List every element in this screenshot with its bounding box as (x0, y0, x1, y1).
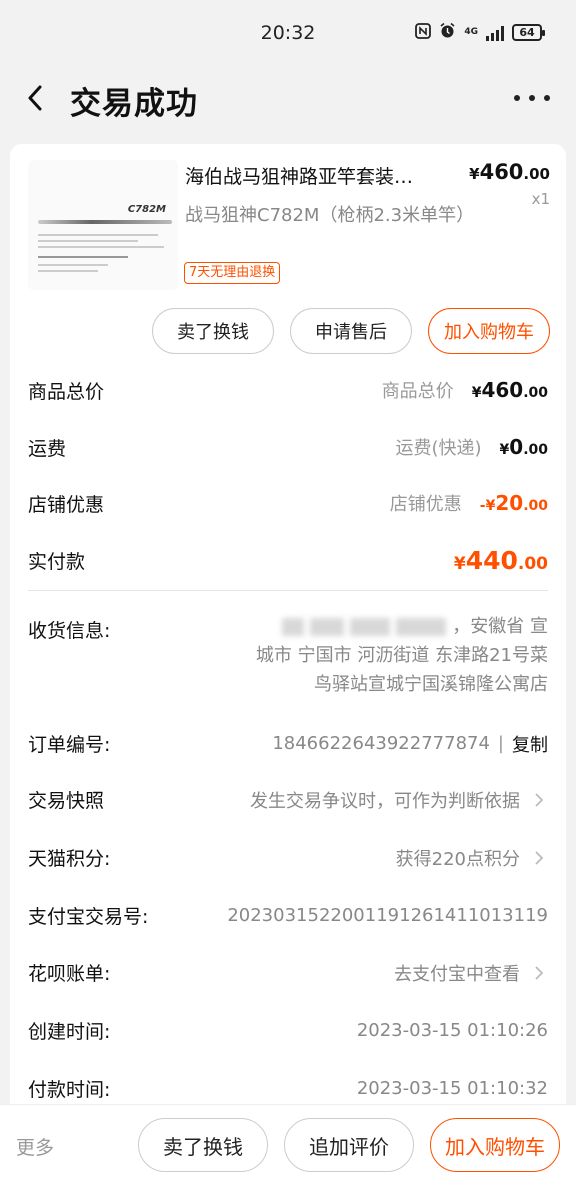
paid-time-value: 2023-03-15 01:10:32 (356, 1078, 548, 1099)
goods-total-amount: ¥460.00 (471, 378, 548, 402)
bottom-action-bar: 更多 卖了换钱 追加评价 加入购物车 (0, 1104, 576, 1188)
goods-total-label: 商品总价 (28, 380, 105, 403)
network-type-icon: 4G (464, 27, 478, 37)
bottom-sell-button[interactable]: 卖了换钱 (138, 1118, 268, 1172)
shipping-row: 运费 运费(快递) ¥0.00 (28, 427, 548, 467)
order-number-label: 订单编号: (28, 734, 111, 756)
battery-icon: 64 (512, 24, 545, 41)
huabei-value: 去支付宝中查看 (394, 963, 520, 985)
nav-bar: 交易成功 (0, 66, 576, 132)
points-value: 获得220点积分 (395, 848, 520, 870)
snapshot-label: 交易快照 (28, 790, 105, 812)
paid-amount: ¥440.00 (453, 545, 548, 575)
item-actions: 卖了换钱 申请售后 加入购物车 (152, 308, 550, 354)
shop-discount-sublabel: 店铺优惠 (389, 494, 462, 515)
shop-discount-amount: -¥20.00 (479, 491, 548, 515)
alarm-icon (439, 22, 456, 43)
bottom-actions: 卖了换钱 追加评价 加入购物车 (138, 1118, 560, 1172)
points-row[interactable]: 天猫积分: 获得220点积分 (28, 844, 548, 871)
order-number-row: 订单编号: 1846622643922777874 | 复制 (28, 730, 548, 757)
shop-discount-row: 店铺优惠 店铺优惠 -¥20.00 (28, 483, 548, 523)
address-label: 收货信息: (28, 620, 111, 642)
paid-time-label: 付款时间: (28, 1079, 111, 1101)
copy-order-number-button[interactable]: 复制 (512, 731, 548, 757)
paid-amount-row: 实付款 ¥440.00 (28, 540, 548, 580)
created-time-row: 创建时间: 2023-03-15 01:10:26 (28, 1017, 548, 1044)
address-value: ，安徽省 宣 城市 宁国市 河沥街道 东津路21号菜 鸟驿站宣城宁国溪锦隆公寓店 (200, 612, 548, 699)
paid-time-row: 付款时间: 2023-03-15 01:10:32 (28, 1075, 548, 1102)
shop-discount-label: 店铺优惠 (28, 493, 105, 516)
more-dots-icon (514, 95, 520, 101)
product-image[interactable]: C782M (28, 160, 178, 290)
chevron-right-icon (535, 792, 544, 807)
back-button[interactable] (20, 80, 50, 116)
divider (28, 590, 548, 591)
product-sku: 战马狙神C782M（枪柄2.3米单竿） (185, 205, 475, 226)
paid-amount-label: 实付款 (28, 550, 86, 573)
bottom-add-to-cart-button[interactable]: 加入购物车 (430, 1118, 560, 1172)
created-time-label: 创建时间: (28, 1021, 111, 1043)
status-icons: 4G 64 (415, 22, 545, 43)
alipay-trade-row: 支付宝交易号: 2023031522001191261411013119 (28, 902, 548, 929)
points-label: 天猫积分: (28, 848, 111, 870)
address-line-1: ，安徽省 宣 (200, 612, 548, 641)
huabei-label: 花呗账单: (28, 963, 111, 985)
alipay-trade-value: 2023031522001191261411013119 (227, 905, 548, 926)
snapshot-row[interactable]: 交易快照 发生交易争议时，可作为判断依据 (28, 786, 548, 813)
nfc-icon (415, 22, 432, 43)
product-title[interactable]: 海伯战马狙神路亚竿套装… (185, 162, 453, 189)
more-button[interactable]: 更多 (16, 1133, 54, 1160)
product-price: ¥460.00 (469, 160, 550, 184)
signal-icon (486, 25, 504, 41)
return-policy-badge: 7天无理由退换 (184, 262, 281, 284)
add-to-cart-button[interactable]: 加入购物车 (428, 308, 550, 354)
created-time-value: 2023-03-15 01:10:26 (356, 1020, 548, 1041)
more-options-button[interactable] (514, 86, 550, 110)
chevron-left-icon (28, 85, 42, 111)
snapshot-value: 发生交易争议时，可作为判断依据 (250, 790, 520, 812)
chevron-right-icon (535, 850, 544, 865)
product-quantity: x1 (531, 190, 550, 208)
page-title: 交易成功 (70, 86, 198, 122)
battery-level: 64 (519, 26, 535, 39)
redacted-name (282, 618, 305, 636)
shipping-amount: ¥0.00 (499, 435, 548, 459)
after-sale-button[interactable]: 申请售后 (290, 308, 412, 354)
goods-total-row: 商品总价 商品总价 ¥460.00 (28, 370, 548, 410)
goods-total-sublabel: 商品总价 (381, 381, 454, 402)
product-image-model-label: C782M (127, 204, 166, 215)
redacted-phone (350, 618, 391, 636)
address-line-2: 城市 宁国市 河沥街道 东津路21号菜 (255, 645, 548, 666)
sell-button[interactable]: 卖了换钱 (152, 308, 274, 354)
order-card: C782M 海伯战马狙神路亚竿套装… 战马狙神C782M（枪柄2.3米单竿） 7… (10, 144, 566, 1124)
address-line-3: 鸟驿站宣城宁国溪锦隆公寓店 (314, 674, 548, 695)
alipay-trade-label: 支付宝交易号: (28, 906, 149, 928)
shipping-label: 运费 (28, 437, 67, 460)
shipping-sublabel: 运费(快递) (395, 438, 482, 459)
add-review-button[interactable]: 追加评价 (284, 1118, 414, 1172)
huabei-row[interactable]: 花呗账单: 去支付宝中查看 (28, 959, 548, 986)
chevron-right-icon (535, 965, 544, 980)
order-number-value: 1846622643922777874 (272, 733, 490, 754)
status-bar: 20:32 4G 64 (0, 0, 576, 66)
